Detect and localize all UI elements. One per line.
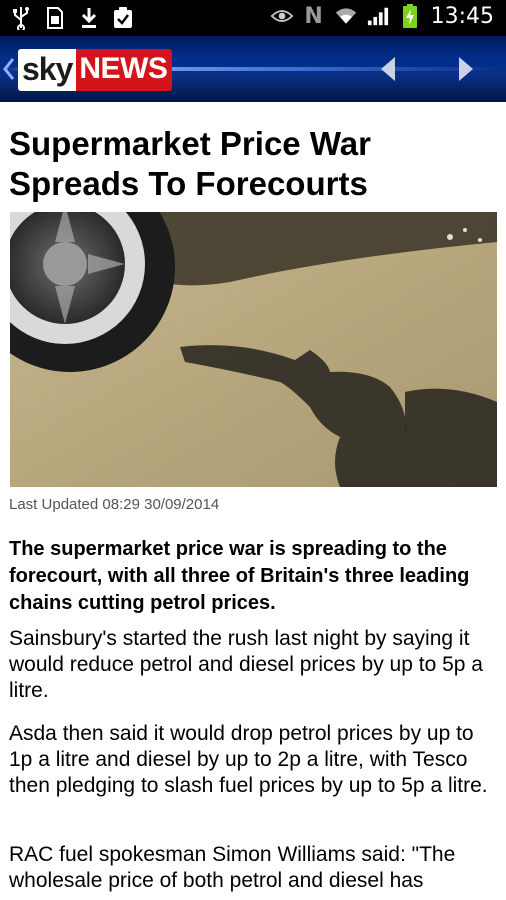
- download-icon: [78, 5, 100, 31]
- article-paragraph-3: RAC fuel spokesman Simon Williams said: …: [9, 843, 456, 892]
- eye-icon: [270, 3, 293, 29]
- previous-article-button[interactable]: [378, 56, 398, 82]
- logo-sky-text: sky: [18, 49, 77, 91]
- status-notifications: [10, 5, 134, 31]
- clock: 13:45: [430, 3, 494, 29]
- article-paragraph-1: Sainsbury's started the rush last night …: [9, 627, 483, 702]
- status-system: N 13:45: [270, 3, 494, 29]
- article-lead: The supermarket price war is spreading t…: [9, 538, 470, 614]
- signal-icon: [367, 3, 389, 29]
- clipboard-check-icon: [112, 5, 134, 31]
- nfc-icon: N: [304, 3, 323, 29]
- next-article-button[interactable]: [456, 56, 476, 82]
- article-paragraph-2: Asda then said it would drop petrol pric…: [9, 722, 488, 797]
- sky-news-logo[interactable]: sky NEWS: [18, 49, 173, 91]
- sd-card-icon: [44, 5, 66, 31]
- last-updated: Last Updated 08:29 30/09/2014: [9, 496, 220, 513]
- logo-news-text: NEWS: [76, 49, 173, 91]
- battery-charging-icon: [399, 3, 421, 29]
- back-chevron-icon[interactable]: [2, 54, 16, 84]
- app-bar: sky NEWS: [0, 36, 506, 102]
- wifi-icon: [335, 3, 357, 29]
- usb-icon: [10, 5, 32, 31]
- article-headline: Supermarket Price War Spreads To Forecou…: [9, 125, 371, 202]
- status-bar: N 13:45: [0, 0, 506, 36]
- article-image: [10, 212, 497, 487]
